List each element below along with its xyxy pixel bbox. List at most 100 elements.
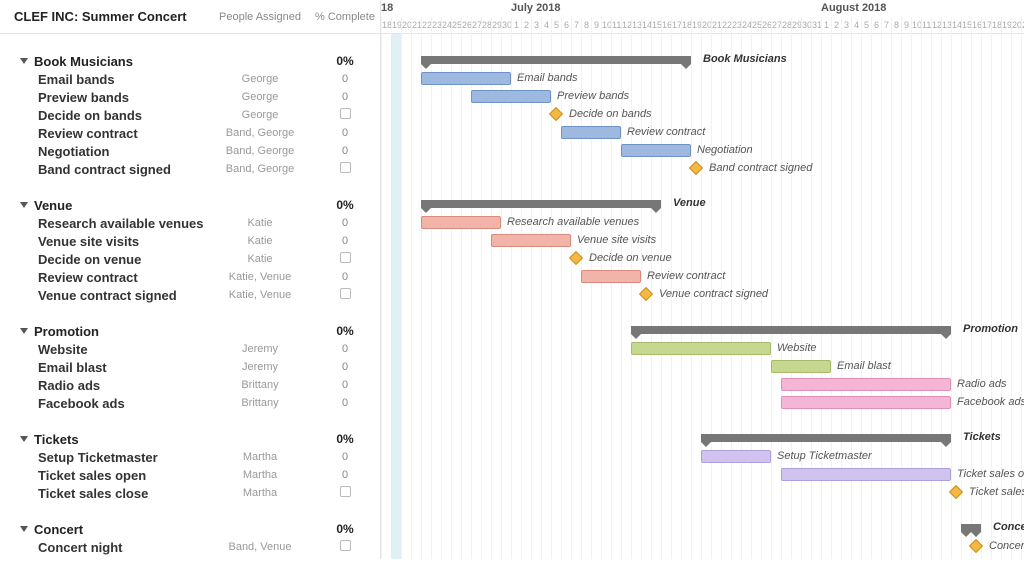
milestone-icon[interactable] — [949, 485, 963, 499]
pct-checkbox[interactable] — [340, 486, 351, 497]
task-row[interactable]: Ticket sales close Martha — [0, 484, 380, 502]
day-cell: 22 — [721, 17, 731, 34]
task-pct: 0 — [310, 379, 380, 391]
task-people: Katie — [210, 253, 310, 265]
month-label: July 2018 — [511, 0, 561, 17]
task-row[interactable]: Research available venues Katie 0 — [0, 214, 380, 232]
task-row[interactable]: Venue site visits Katie 0 — [0, 232, 380, 250]
summary-row: Venue — [381, 196, 1024, 214]
chart-row: Research available venues — [381, 214, 1024, 232]
summary-bar[interactable] — [631, 326, 951, 334]
task-pct — [310, 162, 380, 176]
milestone-label: Decide on venue — [589, 252, 672, 264]
task-bar[interactable] — [621, 144, 691, 157]
task-people: Katie — [210, 217, 310, 229]
milestone-label: Venue contract signed — [659, 288, 768, 300]
group-pct: 0% — [310, 54, 380, 68]
chart-row: Concert night — [381, 538, 1024, 556]
collapse-icon[interactable] — [20, 58, 28, 64]
task-bar[interactable] — [781, 468, 951, 481]
pct-checkbox[interactable] — [340, 162, 351, 173]
group-row[interactable]: Book Musicians 0% — [0, 52, 380, 70]
pct-checkbox[interactable] — [340, 108, 351, 119]
collapse-icon[interactable] — [20, 526, 28, 532]
milestone-icon[interactable] — [639, 287, 653, 301]
group-row[interactable]: Promotion 0% — [0, 322, 380, 340]
task-bar[interactable] — [771, 360, 831, 373]
task-bar[interactable] — [781, 396, 951, 409]
collapse-icon[interactable] — [20, 436, 28, 442]
task-row[interactable]: Ticket sales open Martha 0 — [0, 466, 380, 484]
milestone-icon[interactable] — [689, 161, 703, 175]
task-bar[interactable] — [421, 72, 511, 85]
pct-checkbox[interactable] — [340, 252, 351, 263]
day-cell: 24 — [741, 17, 751, 34]
chart-row: Email bands — [381, 70, 1024, 88]
task-pct: 0 — [310, 451, 380, 463]
task-row[interactable]: Review contract Katie, Venue 0 — [0, 268, 380, 286]
task-bar[interactable] — [561, 126, 621, 139]
day-cell: 2 — [831, 17, 841, 34]
day-cell: 29 — [791, 17, 801, 34]
group-row[interactable]: Venue 0% — [0, 196, 380, 214]
chart-row: Decide on venue — [381, 250, 1024, 268]
collapse-icon[interactable] — [20, 202, 28, 208]
task-bar-label: Email bands — [517, 72, 578, 84]
group-row[interactable]: Tickets 0% — [0, 430, 380, 448]
day-cell: 18 — [991, 17, 1001, 34]
day-cell: 24 — [441, 17, 451, 34]
task-row[interactable]: Preview bands George 0 — [0, 88, 380, 106]
task-pct: 0 — [310, 361, 380, 373]
task-row[interactable]: Email blast Jeremy 0 — [0, 358, 380, 376]
group-pct: 0% — [310, 198, 380, 212]
day-cell: 16 — [971, 17, 981, 34]
task-pct: 0 — [310, 127, 380, 139]
task-bar[interactable] — [471, 90, 551, 103]
day-cell: 10 — [911, 17, 921, 34]
task-row[interactable]: Decide on bands George — [0, 106, 380, 124]
task-people: Band, Venue — [210, 541, 310, 553]
task-bar[interactable] — [581, 270, 641, 283]
summary-row: Book Musicians — [381, 52, 1024, 70]
pct-checkbox[interactable] — [340, 288, 351, 299]
collapse-icon[interactable] — [20, 328, 28, 334]
group-row[interactable]: Concert 0% — [0, 520, 380, 538]
summary-bar[interactable] — [701, 434, 951, 442]
gantt-chart[interactable]: Book Musicians Email bandsPreview bandsD… — [381, 34, 1024, 559]
task-row[interactable]: Venue contract signed Katie, Venue — [0, 286, 380, 304]
milestone-icon[interactable] — [569, 251, 583, 265]
milestone-label: Ticket sales close — [969, 486, 1024, 498]
task-row[interactable]: Website Jeremy 0 — [0, 340, 380, 358]
task-bar[interactable] — [421, 216, 501, 229]
task-bar[interactable] — [491, 234, 571, 247]
milestone-icon[interactable] — [549, 107, 563, 121]
task-row[interactable]: Facebook ads Brittany 0 — [0, 394, 380, 412]
task-row[interactable]: Decide on venue Katie — [0, 250, 380, 268]
chart-row: Band contract signed — [381, 160, 1024, 178]
day-cell: 10 — [601, 17, 611, 34]
task-row[interactable]: Setup Ticketmaster Martha 0 — [0, 448, 380, 466]
task-bar[interactable] — [781, 378, 951, 391]
task-row[interactable]: Band contract signed Band, George — [0, 160, 380, 178]
task-people: Martha — [210, 487, 310, 499]
col-people-header[interactable]: People Assigned — [210, 11, 310, 23]
summary-bar[interactable] — [421, 56, 691, 64]
task-row[interactable]: Concert night Band, Venue — [0, 538, 380, 556]
col-pct-header[interactable]: % Complete — [310, 11, 380, 23]
day-cell: 19 — [1001, 17, 1011, 34]
pct-checkbox[interactable] — [340, 540, 351, 551]
milestone-icon[interactable] — [969, 539, 983, 553]
task-row[interactable]: Email bands George 0 — [0, 70, 380, 88]
summary-bar[interactable] — [961, 524, 981, 532]
task-row[interactable]: Review contract Band, George 0 — [0, 124, 380, 142]
task-row[interactable]: Radio ads Brittany 0 — [0, 376, 380, 394]
task-row[interactable]: Negotiation Band, George 0 — [0, 142, 380, 160]
task-bar[interactable] — [631, 342, 771, 355]
summary-row: Promotion — [381, 322, 1024, 340]
summary-bar[interactable] — [421, 200, 661, 208]
task-name: Ticket sales open — [0, 468, 210, 483]
task-bar[interactable] — [701, 450, 771, 463]
day-cell: 6 — [561, 17, 571, 34]
task-pct — [310, 252, 380, 266]
day-cell: 21 — [711, 17, 721, 34]
